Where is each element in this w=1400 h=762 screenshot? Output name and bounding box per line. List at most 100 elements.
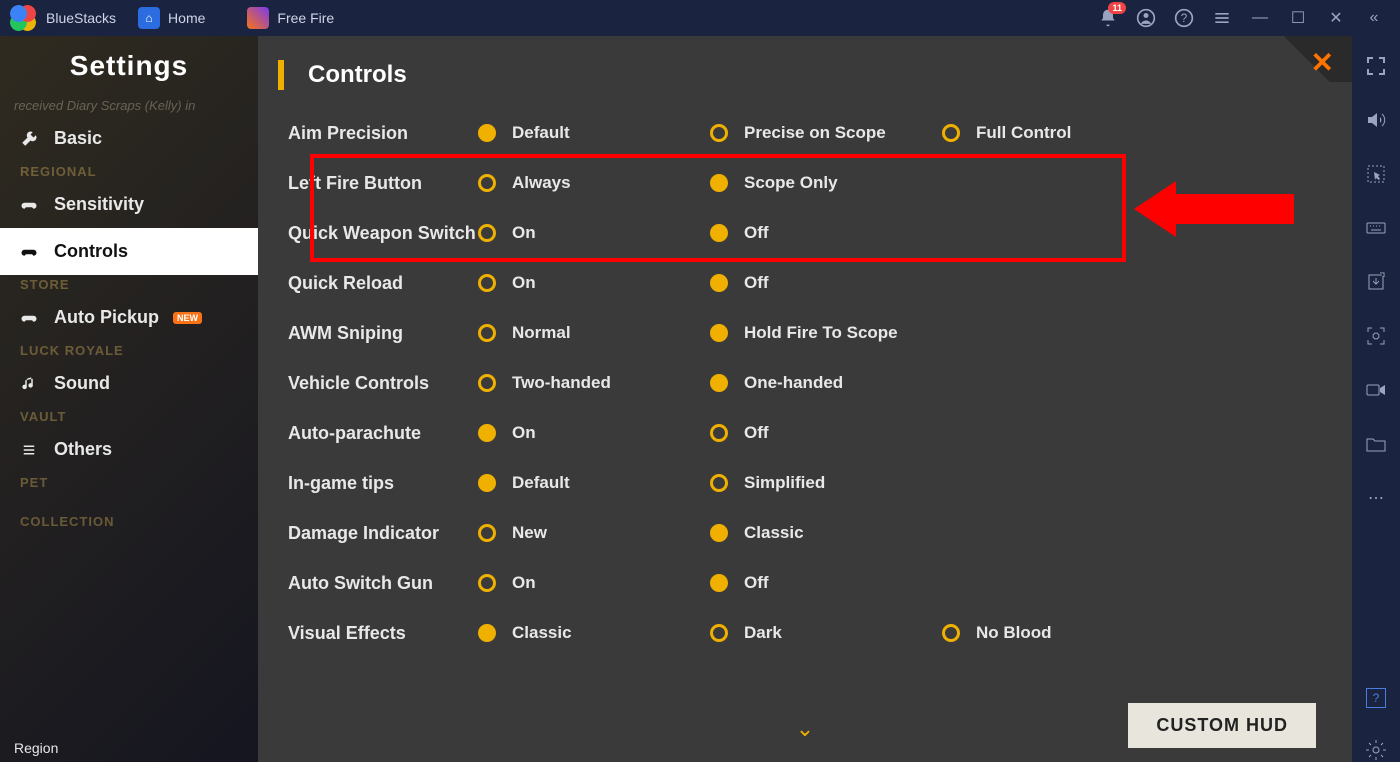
toolbar-settings-button[interactable] bbox=[1364, 738, 1388, 762]
radio-option[interactable]: Off bbox=[710, 273, 942, 293]
notifications-button[interactable]: 11 bbox=[1098, 8, 1118, 28]
setting-label: Aim Precision bbox=[288, 123, 478, 144]
bg-text: VAULT bbox=[0, 407, 258, 426]
radio-option[interactable]: On bbox=[478, 223, 710, 243]
menu-button[interactable] bbox=[1212, 8, 1232, 28]
radio-option[interactable]: One-handed bbox=[710, 373, 942, 393]
camera-icon bbox=[1364, 324, 1388, 348]
radio-option[interactable]: Always bbox=[478, 173, 710, 193]
volume-button[interactable] bbox=[1364, 108, 1388, 132]
home-icon: ⌂ bbox=[138, 7, 160, 29]
video-icon bbox=[1364, 378, 1388, 402]
custom-hud-button[interactable]: CUSTOM HUD bbox=[1128, 703, 1316, 748]
region-label: Region bbox=[14, 740, 58, 756]
scroll-down-indicator[interactable]: ⌄ bbox=[796, 716, 814, 742]
radio-icon bbox=[478, 374, 496, 392]
tab-freefire[interactable]: Free Fire bbox=[237, 0, 354, 36]
radio-option[interactable]: Classic bbox=[710, 523, 942, 543]
radio-option[interactable]: Full Control bbox=[942, 123, 1174, 143]
sidebar-item-sound[interactable]: Sound bbox=[0, 360, 258, 407]
setting-row: Auto-parachuteOnOff bbox=[288, 408, 1322, 458]
option-label: Always bbox=[512, 173, 571, 193]
radio-icon bbox=[942, 624, 960, 642]
collapse-toolbar-button[interactable]: « bbox=[1364, 8, 1384, 28]
option-label: One-handed bbox=[744, 373, 843, 393]
right-toolbar: ⋯ ? bbox=[1352, 36, 1400, 762]
sidebar-item-label: Sensitivity bbox=[54, 194, 144, 215]
radio-option[interactable]: On bbox=[478, 273, 710, 293]
radio-option[interactable]: On bbox=[478, 573, 710, 593]
maximize-button[interactable]: ☐ bbox=[1288, 8, 1308, 28]
radio-option[interactable]: Off bbox=[710, 423, 942, 443]
radio-option[interactable]: Two-handed bbox=[478, 373, 710, 393]
option-label: On bbox=[512, 223, 536, 243]
close-settings-button[interactable]: ✕ bbox=[1262, 36, 1352, 82]
sidebar-item-label: Others bbox=[54, 439, 112, 460]
radio-icon bbox=[478, 274, 496, 292]
setting-row: Auto Switch GunOnOff bbox=[288, 558, 1322, 608]
section-title: Controls bbox=[308, 61, 407, 89]
question-icon: ? bbox=[1174, 8, 1194, 28]
more-button[interactable]: ⋯ bbox=[1364, 486, 1388, 510]
option-label: No Blood bbox=[976, 623, 1052, 643]
wrench-icon bbox=[18, 130, 40, 148]
help-button[interactable]: ? bbox=[1174, 8, 1194, 28]
minimize-button[interactable]: — bbox=[1250, 8, 1270, 28]
settings-sidebar: Settings received Diary Scraps (Kelly) i… bbox=[0, 36, 258, 762]
bg-text: REGIONAL bbox=[0, 162, 258, 181]
radio-option[interactable]: On bbox=[478, 423, 710, 443]
speaker-icon bbox=[1364, 108, 1388, 132]
radio-option[interactable]: Default bbox=[478, 473, 710, 493]
keyboard-icon bbox=[1364, 216, 1388, 240]
sidebar-item-autopickup[interactable]: Auto Pickup NEW bbox=[0, 294, 258, 341]
close-window-button[interactable]: ✕ bbox=[1326, 8, 1346, 28]
setting-label: Quick Reload bbox=[288, 273, 478, 294]
screenshot-button[interactable] bbox=[1364, 324, 1388, 348]
radio-icon bbox=[942, 124, 960, 142]
new-badge: NEW bbox=[173, 312, 202, 324]
section-accent-bar bbox=[278, 60, 284, 90]
radio-icon bbox=[710, 524, 728, 542]
radio-option[interactable]: New bbox=[478, 523, 710, 543]
radio-icon bbox=[710, 474, 728, 492]
select-tool-button[interactable] bbox=[1364, 162, 1388, 186]
tab-home[interactable]: ⌂ Home bbox=[128, 0, 225, 36]
option-label: Hold Fire To Scope bbox=[744, 323, 898, 343]
radio-option[interactable]: No Blood bbox=[942, 623, 1174, 643]
record-button[interactable] bbox=[1364, 378, 1388, 402]
radio-option[interactable]: Off bbox=[710, 223, 942, 243]
keyboard-button[interactable] bbox=[1364, 216, 1388, 240]
bg-text: COLLECTION bbox=[0, 512, 258, 531]
media-folder-button[interactable] bbox=[1364, 432, 1388, 456]
radio-option[interactable]: Classic bbox=[478, 623, 710, 643]
tab-home-label: Home bbox=[168, 10, 205, 26]
radio-option[interactable]: Default bbox=[478, 123, 710, 143]
radio-icon bbox=[710, 124, 728, 142]
bg-text: PET bbox=[0, 473, 258, 492]
radio-icon bbox=[710, 374, 728, 392]
toolbar-help-button[interactable]: ? bbox=[1366, 688, 1386, 708]
folder-icon bbox=[1364, 432, 1388, 456]
setting-label: AWM Sniping bbox=[288, 323, 478, 344]
setting-label: Quick Weapon Switch bbox=[288, 223, 478, 244]
radio-option[interactable]: Hold Fire To Scope bbox=[710, 323, 942, 343]
fullscreen-button[interactable] bbox=[1364, 54, 1388, 78]
sidebar-item-others[interactable]: Others bbox=[0, 426, 258, 473]
bg-text: STORE bbox=[0, 275, 258, 294]
radio-option[interactable]: Scope Only bbox=[710, 173, 942, 193]
account-button[interactable] bbox=[1136, 8, 1156, 28]
install-apk-button[interactable] bbox=[1364, 270, 1388, 294]
radio-icon bbox=[478, 624, 496, 642]
sidebar-item-controls[interactable]: Controls bbox=[0, 228, 258, 275]
sidebar-item-sensitivity[interactable]: Sensitivity bbox=[0, 181, 258, 228]
radio-option[interactable]: Precise on Scope bbox=[710, 123, 942, 143]
option-label: Classic bbox=[512, 623, 572, 643]
option-label: Default bbox=[512, 123, 570, 143]
radio-option[interactable]: Off bbox=[710, 573, 942, 593]
setting-label: Left Fire Button bbox=[288, 173, 478, 194]
radio-option[interactable]: Dark bbox=[710, 623, 942, 643]
radio-option[interactable]: Normal bbox=[478, 323, 710, 343]
sidebar-item-basic[interactable]: Basic bbox=[0, 115, 258, 162]
radio-option[interactable]: Simplified bbox=[710, 473, 942, 493]
radio-icon bbox=[478, 174, 496, 192]
